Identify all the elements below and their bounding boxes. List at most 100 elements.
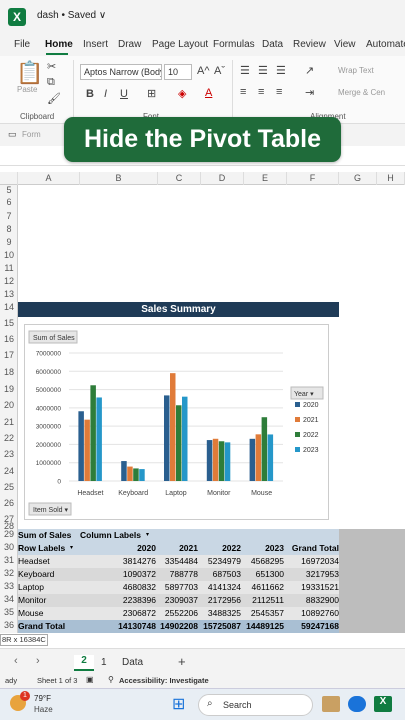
align-middle-icon[interactable]: ☰ (258, 64, 268, 77)
row-header[interactable]: 16 (0, 334, 18, 344)
tab-view[interactable]: View (334, 39, 356, 50)
row-header[interactable]: 7 (0, 211, 18, 221)
row-header[interactable]: 26 (0, 498, 18, 508)
pivot-column-header[interactable]: 2023 (244, 542, 284, 555)
pivot-row-label[interactable]: Keyboard (18, 568, 78, 581)
pivot-cell[interactable]: 3354484 (158, 555, 198, 568)
pivot-cell[interactable]: 2306872 (80, 607, 156, 620)
row-header[interactable]: 22 (0, 433, 18, 443)
macro-record-icon[interactable]: ▣ (86, 675, 94, 684)
bar[interactable] (170, 373, 176, 481)
accessibility-icon[interactable]: ⚲ (108, 675, 114, 684)
tab-draw[interactable]: Draw (118, 39, 141, 50)
pivot-cell[interactable]: 8832900 (287, 594, 339, 607)
pivot-cell[interactable]: 5897703 (158, 581, 198, 594)
pivot-cell[interactable]: 4141324 (201, 581, 241, 594)
form-icon[interactable]: ▭ (8, 129, 17, 140)
form-button[interactable]: Form (22, 130, 41, 139)
bar[interactable] (249, 438, 256, 481)
bar[interactable] (96, 397, 102, 481)
accessibility-status[interactable]: Accessibility: Investigate (119, 676, 209, 685)
bar[interactable] (255, 434, 262, 481)
bar[interactable] (127, 466, 133, 481)
align-right-icon[interactable]: ≡ (276, 86, 282, 98)
cut-icon[interactable]: ✂ (47, 60, 56, 73)
pivot-cell[interactable]: 1090372 (80, 568, 156, 581)
borders-icon[interactable]: ⊞ (147, 87, 156, 100)
pivot-cell[interactable]: 2545357 (244, 607, 284, 620)
pivot-row-label[interactable]: Mouse (18, 607, 78, 620)
windows-start-icon[interactable]: ⊞ (172, 696, 190, 714)
tab-data[interactable]: Data (262, 39, 283, 50)
column-header[interactable]: F (287, 172, 339, 185)
grow-font-button[interactable]: A^ (197, 65, 210, 77)
align-left-icon[interactable]: ≡ (240, 86, 246, 98)
bar[interactable] (267, 434, 274, 481)
tab-insert[interactable]: Insert (83, 39, 108, 50)
bar[interactable] (84, 419, 90, 481)
grand-total-cell[interactable]: 59247168 (287, 620, 339, 633)
row-header[interactable]: 25 (0, 482, 18, 492)
pivot-row-label[interactable]: Monitor (18, 594, 78, 607)
pivot-cell[interactable]: 788778 (158, 568, 198, 581)
bar[interactable] (182, 396, 188, 481)
fill-color-icon[interactable]: ◈ (178, 87, 186, 100)
pivot-cell[interactable]: 10892760 (287, 607, 339, 620)
pivot-value-field[interactable]: Sum of Sales (18, 529, 71, 542)
pivot-column-header[interactable]: 2022 (201, 542, 241, 555)
pivot-cell[interactable]: 4680832 (80, 581, 156, 594)
row-header[interactable]: 14 (0, 302, 18, 312)
row-header[interactable]: 12 (0, 276, 18, 286)
select-all-corner[interactable] (0, 172, 18, 185)
row-header[interactable]: 35 (0, 607, 18, 617)
pivot-chart[interactable]: Sum of Sales Item Sold ▾ 7000000 6000000 500… (24, 324, 329, 520)
document-title[interactable]: dash • Saved ∨ (37, 10, 106, 21)
row-filter-dropdown-icon[interactable]: ▾ (70, 542, 73, 555)
column-header[interactable]: H (377, 172, 405, 185)
bar[interactable] (176, 405, 182, 481)
bar[interactable] (133, 468, 139, 481)
row-header[interactable]: 5 (0, 185, 18, 195)
column-header[interactable]: B (80, 172, 158, 185)
bar[interactable] (212, 438, 219, 481)
row-header[interactable]: 13 (0, 289, 18, 299)
pivot-cell[interactable]: 651300 (244, 568, 284, 581)
grand-total-label[interactable]: Grand Total (18, 620, 78, 633)
sheet-tab[interactable]: Data (122, 657, 143, 668)
row-header[interactable]: 18 (0, 367, 18, 377)
row-header[interactable]: 34 (0, 594, 18, 604)
row-header[interactable]: 29 (0, 529, 18, 539)
pivot-cell[interactable]: 3488325 (201, 607, 241, 620)
tab-file[interactable]: File (14, 39, 30, 50)
pivot-row-label[interactable]: Laptop (18, 581, 78, 594)
row-header[interactable]: 19 (0, 384, 18, 394)
pivot-column-header[interactable]: Grand Total (287, 542, 339, 555)
row-header[interactable]: 17 (0, 350, 18, 360)
pivot-cell[interactable]: 4568295 (244, 555, 284, 568)
bold-button[interactable]: B (86, 88, 94, 100)
bar[interactable] (90, 385, 96, 481)
row-header[interactable]: 33 (0, 581, 18, 591)
tab-review[interactable]: Review (293, 39, 326, 50)
edge-browser-icon[interactable] (348, 696, 366, 712)
pivot-cell[interactable]: 2238396 (80, 594, 156, 607)
grand-total-cell[interactable]: 15725087 (201, 620, 241, 633)
row-header[interactable]: 32 (0, 568, 18, 578)
paste-icon[interactable]: 📋 (16, 60, 43, 86)
pivot-cell[interactable]: 3814276 (80, 555, 156, 568)
column-header[interactable]: C (158, 172, 201, 185)
pivot-column-header[interactable]: 2021 (158, 542, 198, 555)
pivot-cell[interactable]: 3217953 (287, 568, 339, 581)
pivot-cell[interactable]: 687503 (201, 568, 241, 581)
bar[interactable] (261, 417, 268, 481)
font-name-select[interactable]: Aptos Narrow (Body (80, 64, 162, 80)
pivot-cell[interactable]: 4611662 (244, 581, 284, 594)
pivot-cell[interactable]: 19331521 (287, 581, 339, 594)
add-sheet-button[interactable]: + (178, 654, 186, 669)
row-header[interactable]: 15 (0, 318, 18, 328)
row-header[interactable]: 10 (0, 250, 18, 260)
excel-taskbar-icon[interactable]: X (374, 696, 392, 712)
orientation-icon[interactable]: ↗ (305, 64, 314, 77)
tab-page-layout[interactable]: Page Layout (152, 39, 208, 50)
row-header[interactable]: 20 (0, 400, 18, 410)
